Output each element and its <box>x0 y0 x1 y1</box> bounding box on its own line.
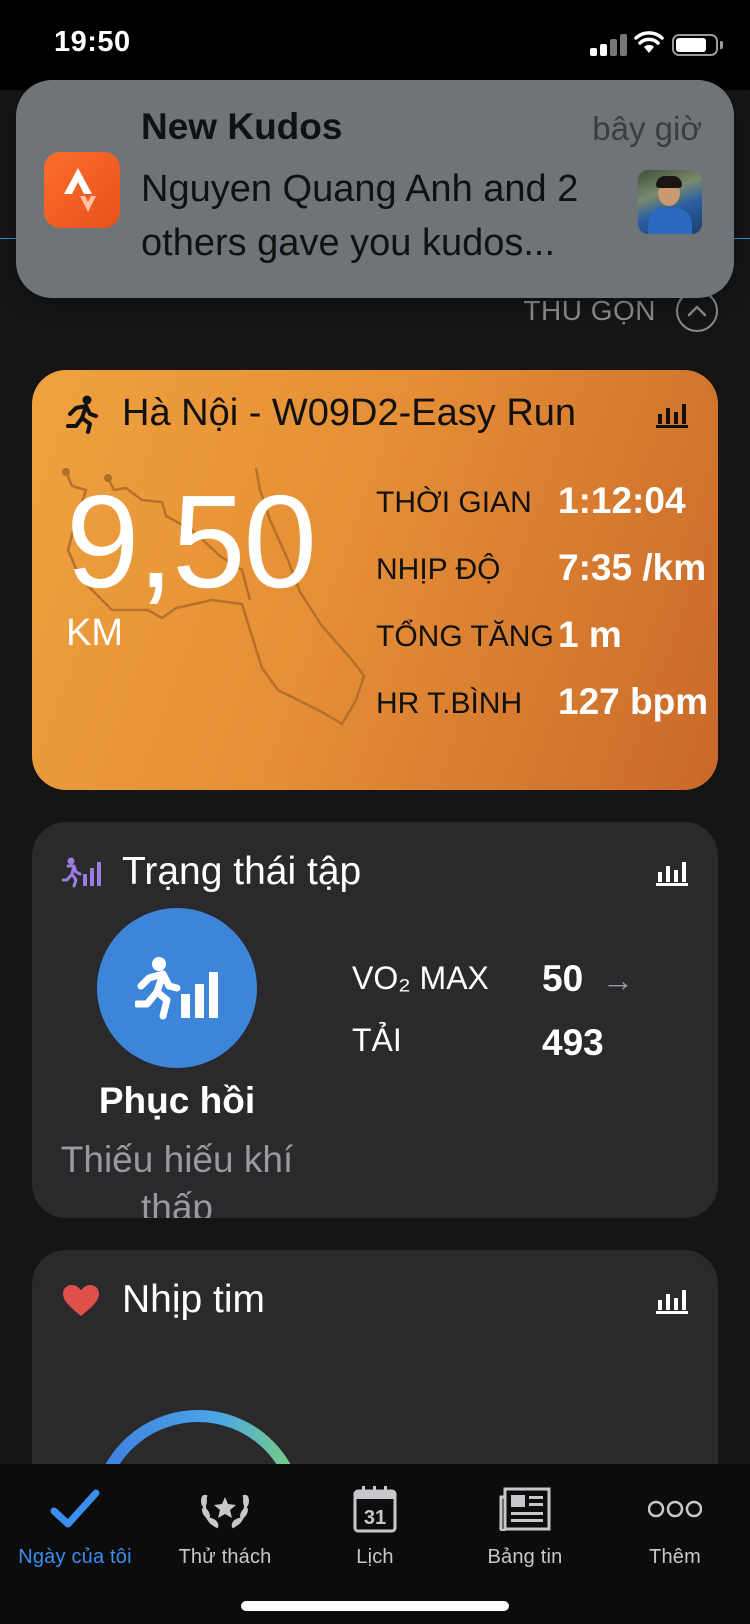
tab-calendar[interactable]: 31 Lịch <box>300 1480 450 1569</box>
notification-title: New Kudos <box>141 106 343 147</box>
more-icon <box>600 1480 750 1538</box>
status-name: Phục hồi <box>98 1080 256 1121</box>
running-icon <box>66 395 98 434</box>
activity-card[interactable]: Hà Nội - W09D2-Easy Run 9,50 KM THỜI GIA… <box>32 370 718 790</box>
training-status-icon <box>62 857 101 888</box>
stat-value: 1:12:04 <box>558 480 686 521</box>
distance-unit: KM <box>66 612 123 654</box>
cellular-signal-icon <box>590 34 628 56</box>
heart-rate-title: Nhịp tim <box>122 1278 266 1321</box>
vo2max-value: 50 <box>542 958 584 999</box>
status-time: 19:50 <box>54 26 131 58</box>
strava-icon <box>44 152 120 228</box>
stat-label: NHỊP ĐỘ <box>376 553 501 586</box>
calendar-day: 31 <box>364 1507 386 1529</box>
activity-distance: 9,50 <box>66 468 317 615</box>
tab-label: Bảng tin <box>487 1546 563 1568</box>
training-status-card[interactable]: Trạng thái tập Phục hồi Thiếu hiếu khí t… <box>32 822 718 1218</box>
tab-my-day[interactable]: Ngày của tôi <box>0 1480 150 1569</box>
status-description: Thiếu hiếu khí thấp <box>60 1139 294 1218</box>
status-bar: 19:50 <box>0 0 750 90</box>
recovery-status-badge <box>97 908 257 1068</box>
tab-label: Ngày của tôi <box>18 1546 132 1568</box>
recovery-runner-icon <box>135 957 218 1020</box>
stat-label: TỔNG TĂNG <box>376 620 554 653</box>
tab-more[interactable]: Thêm <box>600 1480 750 1569</box>
notification-body: Nguyen Quang Anh and 2 others gave you k… <box>141 168 579 264</box>
laurel-icon <box>150 1480 300 1538</box>
stat-value: 7:35 /km <box>558 547 707 588</box>
tab-bar: Ngày của tôi Thử thách 31 Lịch Bảng tin … <box>0 1464 750 1624</box>
tab-label: Thử thách <box>178 1546 272 1568</box>
bar-chart-icon[interactable] <box>656 1286 688 1314</box>
activity-title: Hà Nội - W09D2-Easy Run <box>122 392 577 434</box>
arrow-right-icon: → <box>602 962 634 998</box>
heart-icon <box>63 1285 99 1316</box>
tab-label: Thêm <box>649 1546 701 1568</box>
bar-chart-icon[interactable] <box>656 400 688 428</box>
calendar-icon: 31 <box>300 1480 450 1538</box>
avatar <box>638 170 702 234</box>
stat-value: 1 m <box>558 614 622 655</box>
stat-label: THỜI GIAN <box>376 486 532 519</box>
kudos-notification[interactable]: New Kudos bây giờ Nguyen Quang Anh and 2… <box>16 80 734 298</box>
training-status-title: Trạng thái tập <box>122 850 362 893</box>
newsfeed-icon <box>450 1480 600 1538</box>
load-value: 493 <box>542 1022 604 1063</box>
tab-newsfeed[interactable]: Bảng tin <box>450 1480 600 1569</box>
battery-icon <box>672 34 718 56</box>
wifi-icon <box>634 31 664 53</box>
tab-label: Lịch <box>356 1546 394 1568</box>
notification-time: bây giờ <box>592 110 702 147</box>
stat-label: HR T.BÌNH <box>376 687 523 720</box>
load-label: TẢI <box>352 1022 402 1058</box>
tab-challenges[interactable]: Thử thách <box>150 1480 300 1569</box>
stat-value: 127 bpm <box>558 681 709 722</box>
vo2max-label: VO₂ MAX <box>352 960 489 996</box>
collapse-label: THU GỌN <box>523 295 656 326</box>
checkmark-icon <box>0 1480 150 1538</box>
home-indicator[interactable] <box>241 1601 509 1611</box>
bar-chart-icon[interactable] <box>656 858 688 886</box>
